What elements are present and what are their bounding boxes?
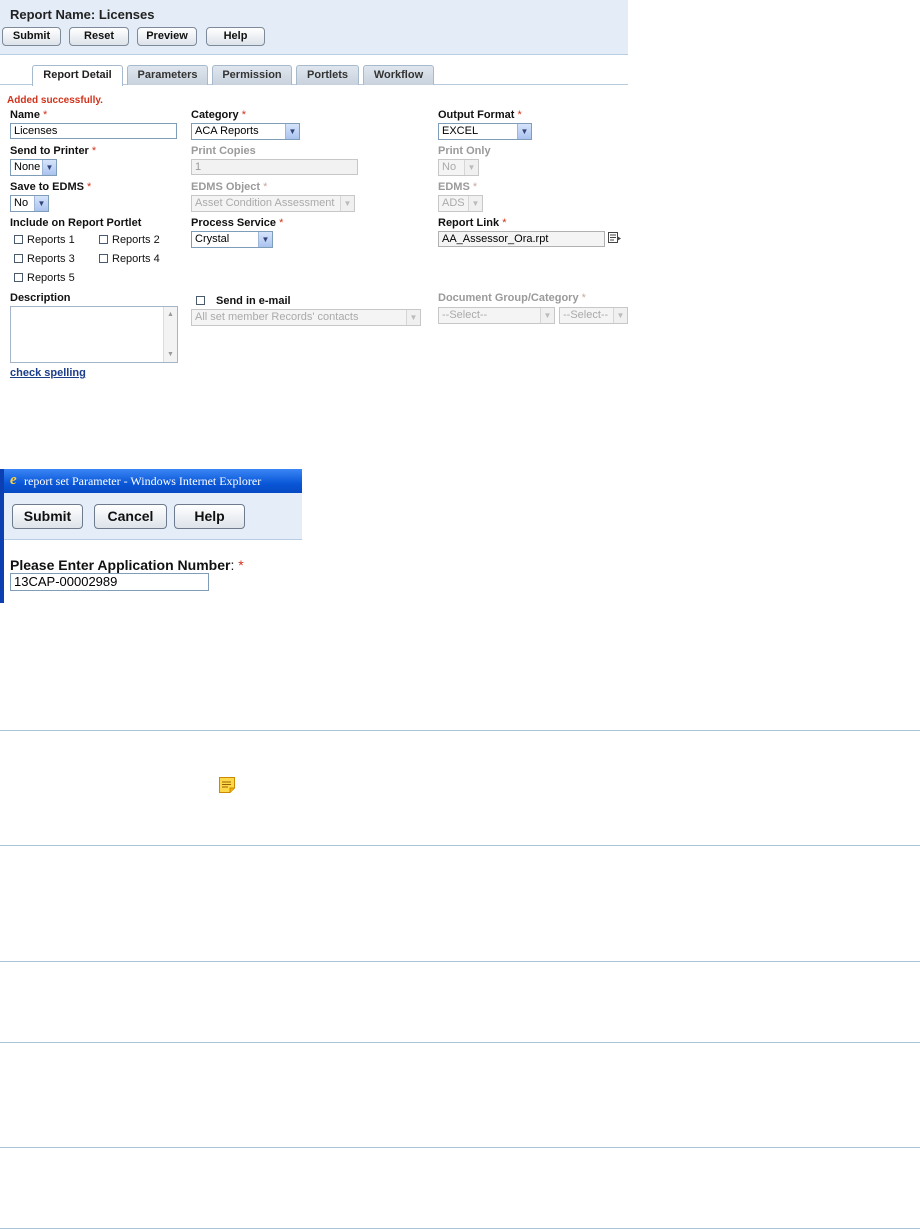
application-number-label: Please Enter Application Number: *: [10, 557, 244, 573]
edms-select[interactable]: ADS ▼: [438, 195, 483, 212]
send-email-checkbox[interactable]: [196, 296, 205, 305]
print-copies-input[interactable]: 1: [191, 159, 358, 175]
edms-label: EDMS *: [438, 181, 478, 193]
dialog-cancel-button[interactable]: Cancel: [94, 504, 167, 529]
reports-4-checkbox[interactable]: [99, 254, 108, 263]
divider: [0, 1042, 920, 1043]
print-only-select[interactable]: No ▼: [438, 159, 479, 176]
reports-5-checkbox[interactable]: [14, 273, 23, 282]
dialog-help-button[interactable]: Help: [174, 504, 245, 529]
dialog-toolbar: Submit Cancel Help: [4, 493, 302, 540]
document-category-select[interactable]: --Select-- ▼: [559, 307, 628, 324]
scroll-up-icon[interactable]: ▲: [166, 310, 175, 319]
report-link-input[interactable]: AA_Assessor_Ora.rpt: [438, 231, 605, 247]
include-portlet-label: Include on Report Portlet: [10, 217, 142, 229]
tab-report-detail[interactable]: Report Detail: [32, 65, 123, 86]
print-copies-label: Print Copies: [191, 145, 256, 157]
output-format-label: Output Format *: [438, 109, 522, 121]
dialog-titlebar[interactable]: e report set Parameter - Windows Interne…: [0, 469, 302, 493]
help-button[interactable]: Help: [206, 27, 265, 46]
report-detail-panel: Report Name: Licenses Submit Reset Previ…: [0, 0, 628, 385]
reports-3-checkbox[interactable]: [14, 254, 23, 263]
reports-4-label: Reports 4: [112, 253, 160, 265]
dialog-submit-button[interactable]: Submit: [12, 504, 83, 529]
reports-2-label: Reports 2: [112, 234, 160, 246]
page-title: Report Name: Licenses: [10, 7, 155, 22]
output-format-select[interactable]: EXCEL ▼: [438, 123, 532, 140]
parameter-dialog: e report set Parameter - Windows Interne…: [0, 469, 302, 603]
divider: [0, 1147, 920, 1148]
send-to-printer-label: Send to Printer *: [10, 145, 97, 157]
chevron-down-icon: ▼: [340, 196, 354, 211]
save-to-edms-label: Save to EDMS *: [10, 181, 92, 193]
description-label: Description: [10, 292, 71, 304]
reports-3-label: Reports 3: [27, 253, 75, 265]
chevron-down-icon: ▼: [517, 124, 531, 139]
tab-workflow[interactable]: Workflow: [363, 65, 434, 85]
success-message: Added successfully.: [7, 95, 103, 106]
submit-button[interactable]: Submit: [2, 27, 61, 46]
save-to-edms-select[interactable]: No ▼: [10, 195, 49, 212]
tab-permission[interactable]: Permission: [212, 65, 292, 85]
divider: [0, 961, 920, 962]
chevron-down-icon: ▼: [613, 308, 627, 323]
divider: [0, 1228, 920, 1229]
chevron-down-icon: ▼: [285, 124, 299, 139]
reports-2-checkbox[interactable]: [99, 235, 108, 244]
process-service-select[interactable]: Crystal ▼: [191, 231, 273, 248]
name-input[interactable]: Licenses: [10, 123, 177, 139]
report-link-lookup-icon[interactable]: [608, 231, 622, 244]
send-email-label: Send in e-mail: [216, 295, 291, 307]
reports-5-label: Reports 5: [27, 272, 75, 284]
chevron-down-icon: ▼: [464, 160, 478, 175]
chevron-down-icon: ▼: [258, 232, 272, 247]
document-group-label: Document Group/Category *: [438, 292, 586, 304]
ie-logo-icon: e: [10, 472, 17, 488]
tab-parameters[interactable]: Parameters: [127, 65, 208, 85]
divider: [0, 730, 920, 731]
divider: [0, 845, 920, 846]
edms-object-label: EDMS Object *: [191, 181, 268, 193]
application-number-input[interactable]: 13CAP-00002989: [10, 573, 209, 591]
dialog-title: report set Parameter - Windows Internet …: [24, 474, 262, 488]
report-link-label: Report Link *: [438, 217, 507, 229]
scroll-down-icon[interactable]: ▼: [166, 350, 175, 359]
note-icon[interactable]: [218, 776, 236, 794]
check-spelling-link[interactable]: check spelling: [10, 367, 86, 379]
category-label: Category *: [191, 109, 247, 121]
email-recipients-select[interactable]: All set member Records' contacts ▼: [191, 309, 421, 326]
reports-1-checkbox[interactable]: [14, 235, 23, 244]
reports-1-label: Reports 1: [27, 234, 75, 246]
chevron-down-icon: ▼: [42, 160, 56, 175]
report-header: Report Name: Licenses Submit Reset Previ…: [0, 0, 628, 55]
preview-button[interactable]: Preview: [137, 27, 197, 46]
print-only-label: Print Only: [438, 145, 491, 157]
description-scrollbar[interactable]: ▲ ▼: [163, 307, 177, 362]
name-label: Name *: [10, 109, 48, 121]
chevron-down-icon: ▼: [540, 308, 554, 323]
description-textarea[interactable]: ▲ ▼: [10, 306, 178, 363]
tab-portlets[interactable]: Portlets: [296, 65, 359, 85]
edms-object-select[interactable]: Asset Condition Assessment ▼: [191, 195, 355, 212]
chevron-down-icon: ▼: [406, 310, 420, 325]
chevron-down-icon: ▼: [34, 196, 48, 211]
category-select[interactable]: ACA Reports ▼: [191, 123, 300, 140]
send-to-printer-select[interactable]: None ▼: [10, 159, 57, 176]
chevron-down-icon: ▼: [468, 196, 482, 211]
reset-button[interactable]: Reset: [69, 27, 129, 46]
process-service-label: Process Service *: [191, 217, 284, 229]
document-group-select[interactable]: --Select-- ▼: [438, 307, 555, 324]
